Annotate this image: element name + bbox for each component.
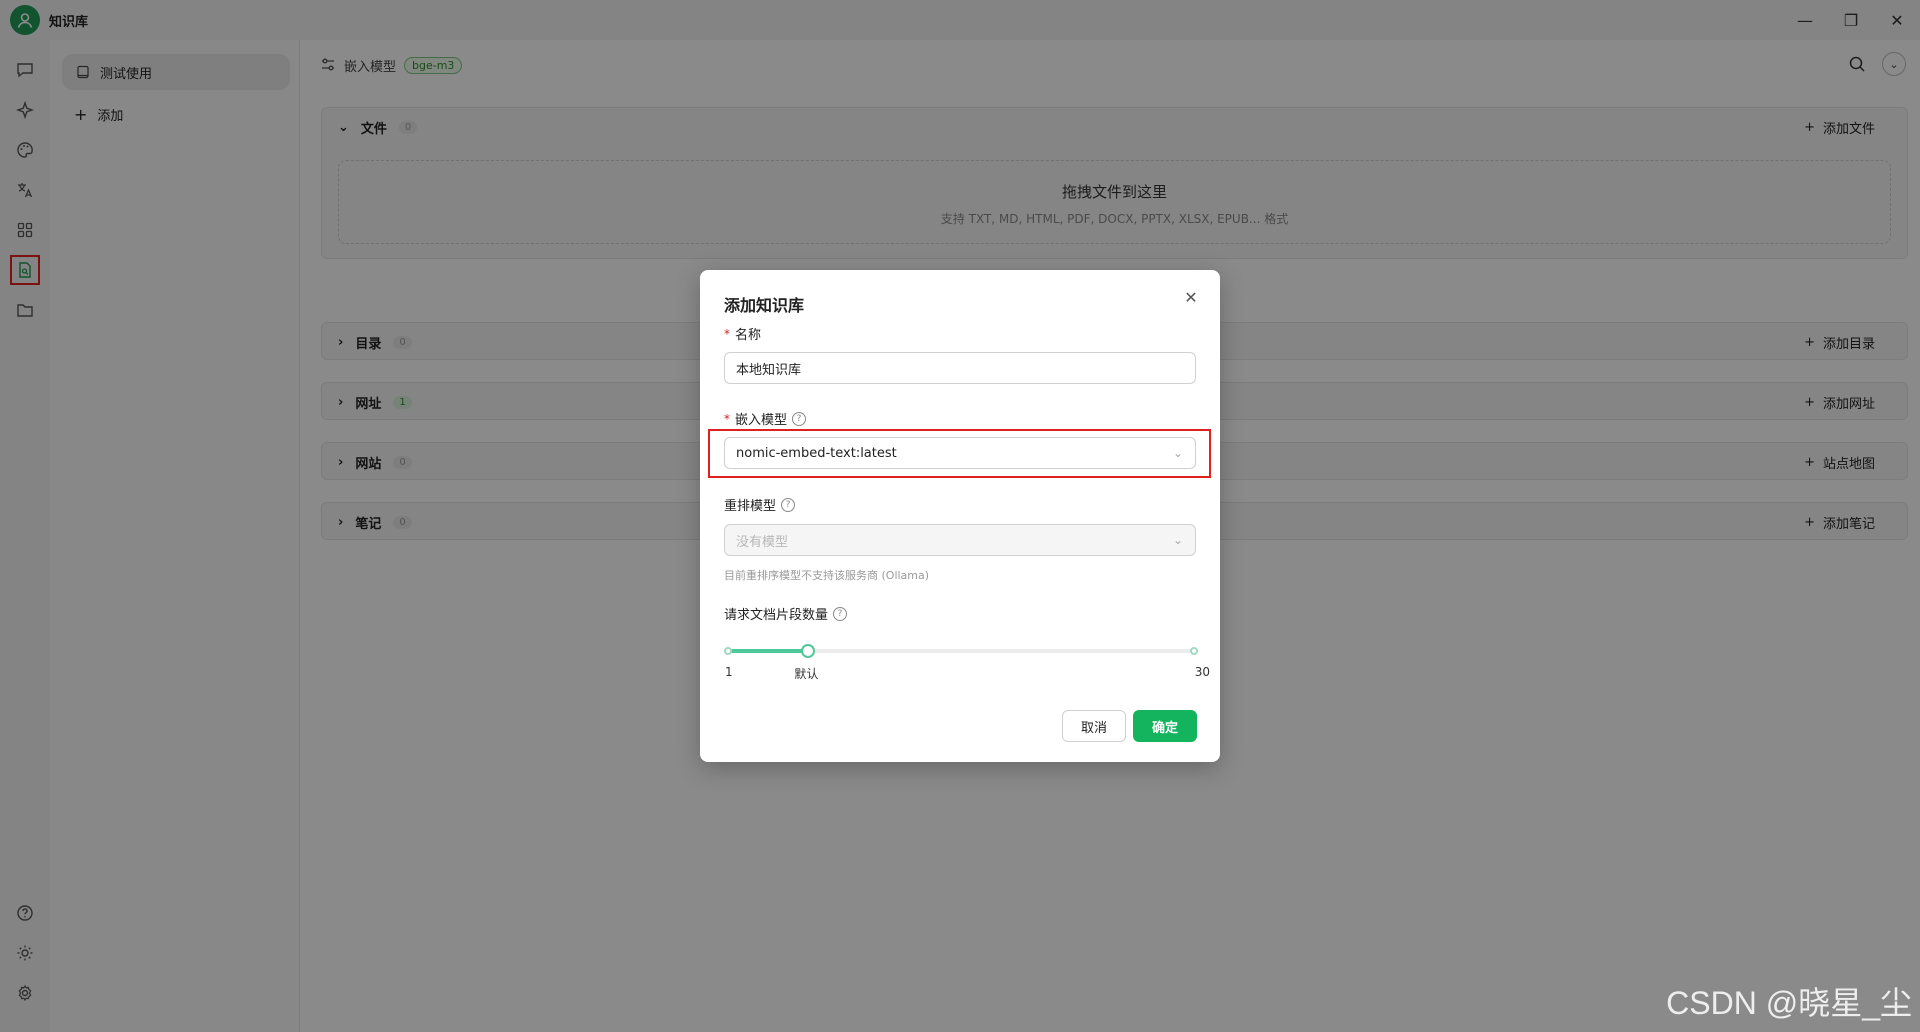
help-icon[interactable]: ?: [792, 411, 807, 426]
slider-fill: [728, 649, 809, 653]
slider-max-label: 30: [1194, 665, 1210, 679]
embed-model-value: nomic-embed-text:latest: [736, 445, 897, 461]
embed-model-label: 嵌入模型: [735, 413, 788, 428]
rerank-model-label: 重排模型: [724, 499, 777, 514]
add-kb-dialog: 添加知识库 ✕ * 名称 本地知识库 * 嵌入模型 ? nomic-embed-…: [700, 270, 1220, 762]
name-label: 名称: [735, 328, 762, 343]
help-icon[interactable]: ?: [833, 606, 848, 621]
name-input-value: 本地知识库: [736, 362, 802, 378]
dialog-title: 添加知识库: [724, 296, 805, 315]
docs-label-row: 请求文档片段数量 ?: [724, 604, 848, 623]
slider-handle[interactable]: [801, 644, 816, 658]
rerank-hint: 目前重排序模型不支持该服务商 (Ollama): [724, 569, 930, 582]
embed-label-row: * 嵌入模型 ?: [724, 409, 807, 428]
docs-count-label: 请求文档片段数量: [724, 608, 829, 623]
rerank-model-select[interactable]: 没有模型 ⌄: [724, 524, 1196, 556]
help-icon[interactable]: ?: [781, 497, 796, 512]
name-input[interactable]: 本地知识库: [724, 352, 1196, 384]
docs-count-slider[interactable]: [724, 644, 1198, 658]
slider-max-dot: [1190, 647, 1198, 655]
embed-model-select[interactable]: nomic-embed-text:latest ⌄: [724, 437, 1196, 469]
close-icon: ✕: [1184, 287, 1198, 307]
required-mark: *: [724, 326, 730, 341]
rerank-placeholder: 没有模型: [736, 534, 789, 550]
name-label-row: * 名称: [724, 324, 762, 344]
confirm-button[interactable]: 确定: [1133, 710, 1197, 742]
cancel-button[interactable]: 取消: [1062, 710, 1126, 742]
dialog-close-button[interactable]: ✕: [1180, 286, 1202, 308]
watermark: CSDN @晓星_尘: [1666, 985, 1912, 1021]
chevron-down-icon: ⌄: [1172, 533, 1183, 547]
chevron-down-icon: ⌄: [1172, 446, 1183, 460]
rerank-label-row: 重排模型 ?: [724, 495, 796, 514]
slider-min-dot: [724, 647, 732, 655]
slider-default-label: 默认: [794, 667, 819, 681]
slider-min-label: 1: [725, 665, 733, 679]
required-mark: *: [724, 411, 730, 426]
